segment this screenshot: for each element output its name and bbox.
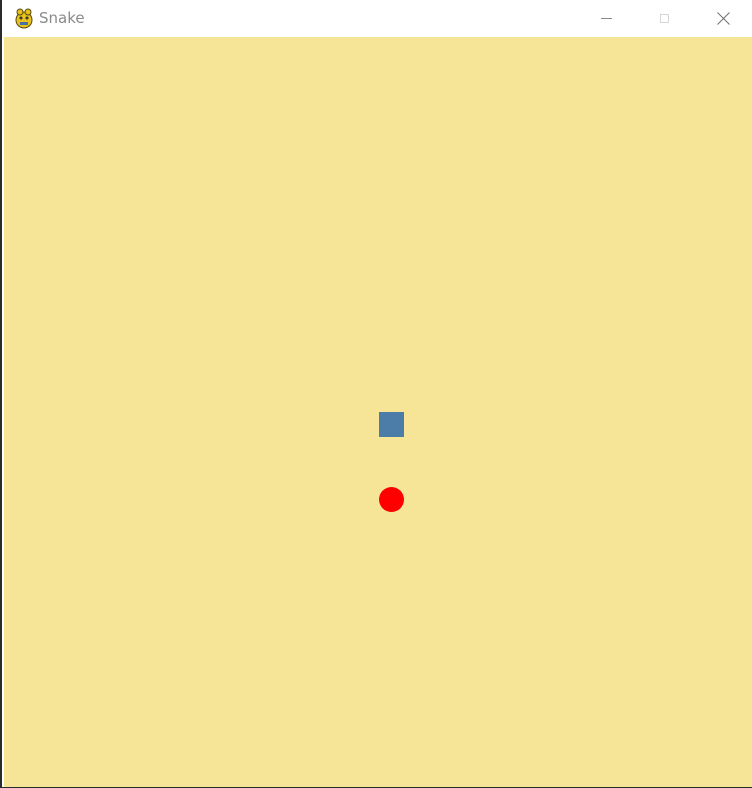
close-icon xyxy=(716,11,730,25)
close-button[interactable] xyxy=(694,0,752,36)
maximize-icon xyxy=(659,13,669,23)
minimize-button[interactable] xyxy=(577,0,635,36)
game-window: Snake xyxy=(0,0,752,788)
window-title: Snake xyxy=(39,9,85,27)
pygame-snake-icon xyxy=(15,8,33,29)
title-bar[interactable]: Snake xyxy=(4,0,752,37)
minimize-icon xyxy=(600,17,612,19)
food-apple xyxy=(379,487,404,512)
maximize-button[interactable] xyxy=(635,0,693,36)
game-board[interactable] xyxy=(4,37,752,787)
snake-head xyxy=(379,412,404,437)
